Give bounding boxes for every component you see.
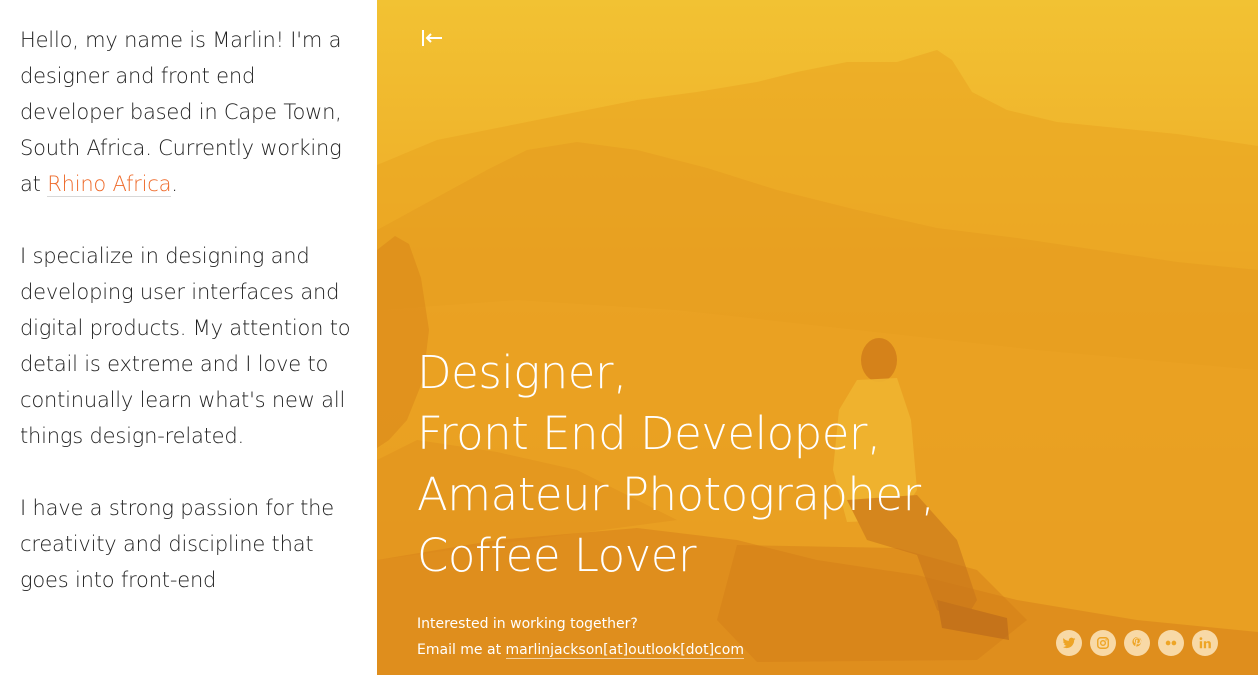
headline-line-coffee: Coffee Lover [417,529,696,582]
linkedin-icon[interactable] [1192,630,1218,656]
social-links [1056,630,1218,656]
bio-intro-end: . [171,172,178,196]
bio-text: Hello, my name is Marlin! I'm a designer… [20,22,355,634]
contact-email-prefix: Email me at [417,642,506,658]
headline-line-photographer: Amateur Photographer, [417,468,935,521]
hero-panel: Designer, Front End Developer, Amateur P… [377,0,1258,675]
headline-line-developer: Front End Developer, [417,407,881,460]
contact-prompt: Interested in working together? [417,616,638,632]
rhino-africa-link[interactable]: Rhino Africa [47,172,171,197]
instagram-icon[interactable] [1090,630,1116,656]
page: Hello, my name is Marlin! I'm a designer… [0,0,1258,675]
pinterest-icon[interactable] [1124,630,1150,656]
contact-email-link[interactable]: marlinjackson[at]outlook[dot]com [505,642,744,659]
hero-headline: Designer, Front End Developer, Amateur P… [417,342,935,586]
collapse-left-icon[interactable] [421,26,445,50]
bio-paragraph-specialty: I specialize in designing and developing… [20,244,351,448]
flickr-icon[interactable] [1158,630,1184,656]
bio-paragraph-passion: I have a strong passion for the creativi… [20,496,334,592]
contact-info: Interested in working together? Email me… [417,611,744,663]
bio-paragraph-intro: Hello, my name is Marlin! I'm a designer… [20,22,355,202]
bio-intro-text: Hello, my name is Marlin! I'm a designer… [20,28,342,196]
headline-line-designer: Designer, [417,346,627,399]
bio-sidebar[interactable]: Hello, my name is Marlin! I'm a designer… [0,0,377,675]
contact-email-line: Email me at marlinjackson[at]outlook[dot… [417,637,744,663]
twitter-icon[interactable] [1056,630,1082,656]
